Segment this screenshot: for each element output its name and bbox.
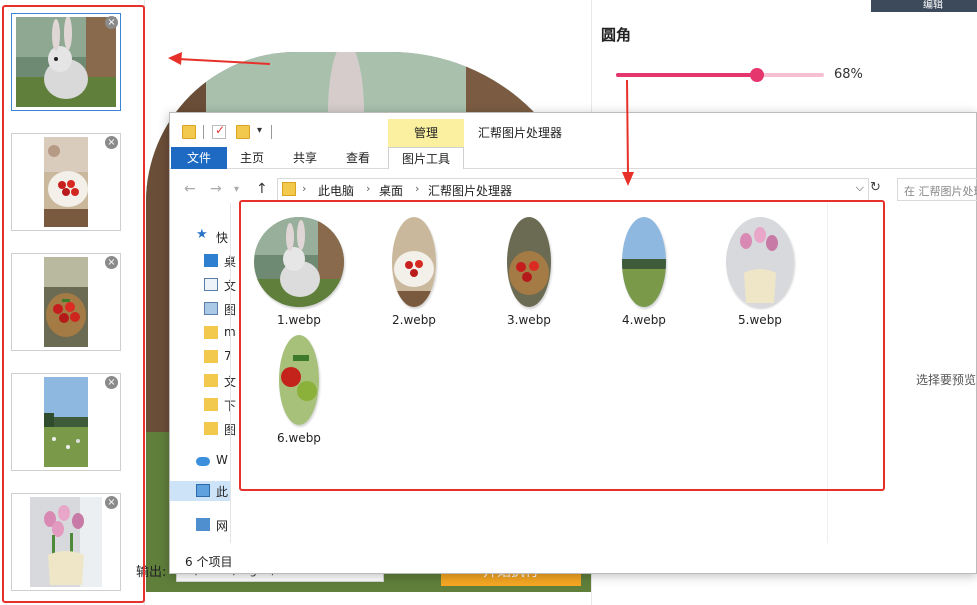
arrow-left-icon [168, 52, 271, 65]
annotation-arrows [168, 52, 634, 186]
arrow-down-icon [622, 79, 634, 186]
